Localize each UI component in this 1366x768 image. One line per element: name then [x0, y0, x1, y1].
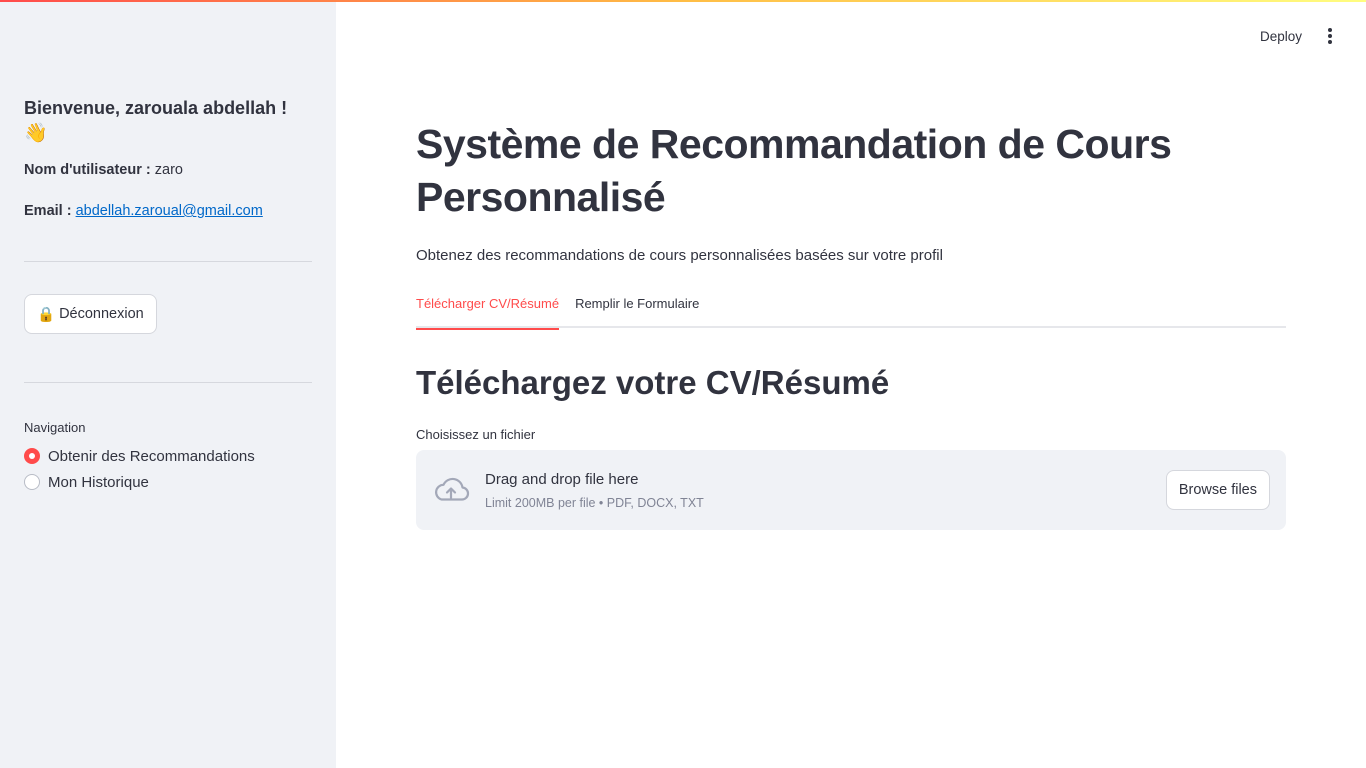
- page-subtitle: Obtenez des recommandations de cours per…: [416, 247, 943, 264]
- welcome-text: Bienvenue, zarouala abdellah !: [24, 98, 288, 118]
- deploy-button[interactable]: Deploy: [1260, 29, 1302, 44]
- welcome-heading: Bienvenue, zarouala abdellah ! 👋: [24, 96, 312, 146]
- email-label: Email :: [24, 203, 72, 219]
- tab-fill-form[interactable]: Remplir le Formulaire: [575, 296, 699, 328]
- radio-unselected-icon[interactable]: [24, 474, 40, 490]
- dropzone-instructions: Drag and drop file here Limit 200MB per …: [485, 470, 704, 510]
- lock-icon: 🔒: [37, 306, 56, 323]
- waving-hand-icon: 👋: [24, 123, 48, 144]
- app-header-actions: Deploy: [1260, 26, 1338, 46]
- sidebar: Bienvenue, zarouala abdellah ! 👋 Nom d'u…: [0, 0, 336, 768]
- navigation-radio-group: Obtenir des Recommandations Mon Historiq…: [24, 443, 312, 495]
- main-content: Système de Recommandation de Cours Perso…: [416, 118, 1286, 530]
- username-label: Nom d'utilisateur :: [24, 162, 151, 178]
- tab-bar: Télécharger CV/Résumé Remplir le Formula…: [416, 296, 1286, 330]
- page-title: Système de Recommandation de Cours Perso…: [416, 121, 1172, 220]
- sidebar-divider: [24, 261, 312, 262]
- navigation-title: Navigation: [24, 420, 86, 435]
- username-value: zaro: [154, 162, 183, 178]
- nav-option-label: Obtenir des Recommandations: [48, 447, 255, 465]
- email-line: Email : abdellah.zaroual@gmail.com: [24, 201, 312, 221]
- drag-drop-text: Drag and drop file here: [485, 471, 639, 488]
- top-accent-bar: [0, 0, 1366, 2]
- browse-files-button[interactable]: Browse files: [1165, 470, 1270, 510]
- section-title: Téléchargez votre CV/Résumé: [416, 364, 890, 401]
- logout-label: Déconnexion: [59, 306, 144, 322]
- file-limit-text: Limit 200MB per file • PDF, DOCX, TXT: [485, 496, 704, 510]
- nav-option-recommendations[interactable]: Obtenir des Recommandations: [24, 443, 312, 469]
- sidebar-divider: [24, 382, 312, 383]
- tab-upload-cv[interactable]: Télécharger CV/Résumé: [416, 296, 560, 330]
- file-uploader-label: Choisissez un fichier: [416, 427, 536, 442]
- file-dropzone[interactable]: Drag and drop file here Limit 200MB per …: [416, 450, 1286, 530]
- sidebar-content: Bienvenue, zarouala abdellah ! 👋 Nom d'u…: [24, 96, 312, 495]
- username-line: Nom d'utilisateur : zaro: [24, 160, 312, 180]
- cloud-upload-icon: [435, 477, 470, 501]
- logout-button[interactable]: 🔒 Déconnexion: [24, 294, 157, 334]
- kebab-menu-icon[interactable]: [1322, 26, 1338, 46]
- radio-selected-icon[interactable]: [24, 448, 40, 464]
- email-link[interactable]: abdellah.zaroual@gmail.com: [76, 203, 263, 219]
- nav-option-history[interactable]: Mon Historique: [24, 469, 312, 495]
- nav-option-label: Mon Historique: [48, 473, 149, 491]
